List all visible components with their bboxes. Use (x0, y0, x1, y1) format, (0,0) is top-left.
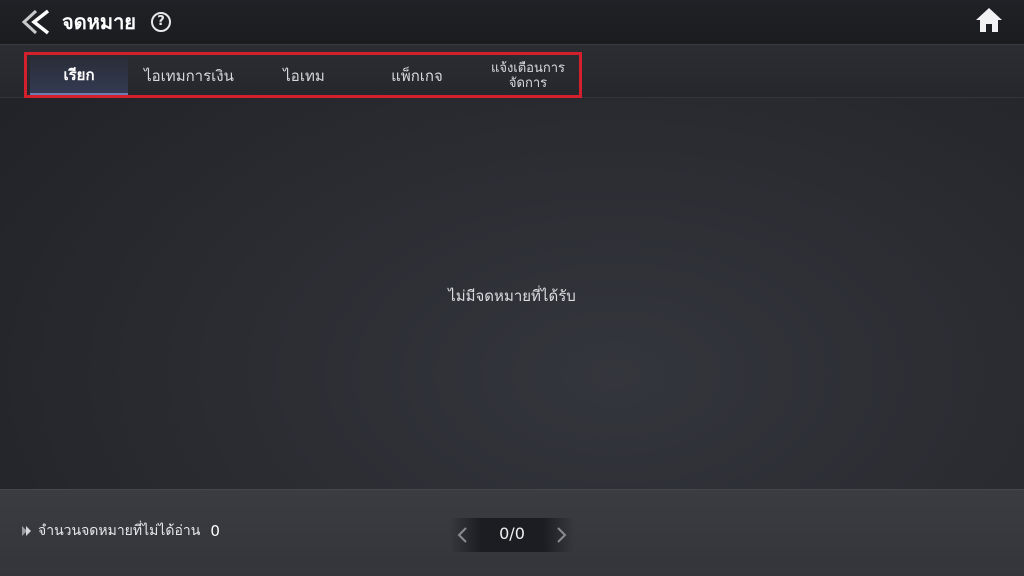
pagination: 0/0 (450, 518, 574, 552)
tab-call[interactable]: เรียก (30, 57, 128, 95)
prev-page-button[interactable] (456, 526, 470, 544)
tab-label-line2: จัดการ (508, 76, 548, 91)
back-button[interactable] (18, 8, 54, 36)
double-chevron-left-icon (21, 9, 50, 35)
next-page-button[interactable] (554, 526, 568, 544)
tab-packages[interactable]: แพ็กเกจ (362, 57, 472, 95)
chevron-right-icon (557, 527, 567, 543)
empty-state-message: ไม่มีจดหมายที่ได้รับ (448, 287, 576, 305)
unread-label: จำนวนจดหมายที่ไม่ได้อ่าน (38, 523, 201, 539)
tab-currency-items[interactable]: ไอเทมการเงิน (130, 57, 248, 95)
home-button[interactable] (974, 6, 1004, 34)
page-title: จดหมาย (62, 10, 137, 34)
diamond-arrow-icon (22, 526, 31, 536)
unread-count: 0 (210, 522, 220, 540)
tab-label: แพ็กเกจ (391, 67, 443, 85)
unread-counter: จำนวนจดหมายที่ไม่ได้อ่าน 0 (20, 520, 220, 542)
chevron-left-icon (457, 527, 467, 543)
tab-label: เรียก (63, 66, 95, 84)
tab-admin-notices[interactable]: แจ้งเตือนการ จัดการ (476, 57, 580, 95)
tab-items[interactable]: ไอเทม (252, 57, 356, 95)
help-button[interactable]: ? (151, 12, 171, 32)
page-indicator: 0/0 (499, 524, 525, 543)
tab-label: ไอเทม (283, 67, 325, 85)
tab-label-line1: แจ้งเตือนการ (490, 61, 566, 76)
tab-label: ไอเทมการเงิน (144, 67, 234, 85)
home-icon (976, 8, 1002, 32)
